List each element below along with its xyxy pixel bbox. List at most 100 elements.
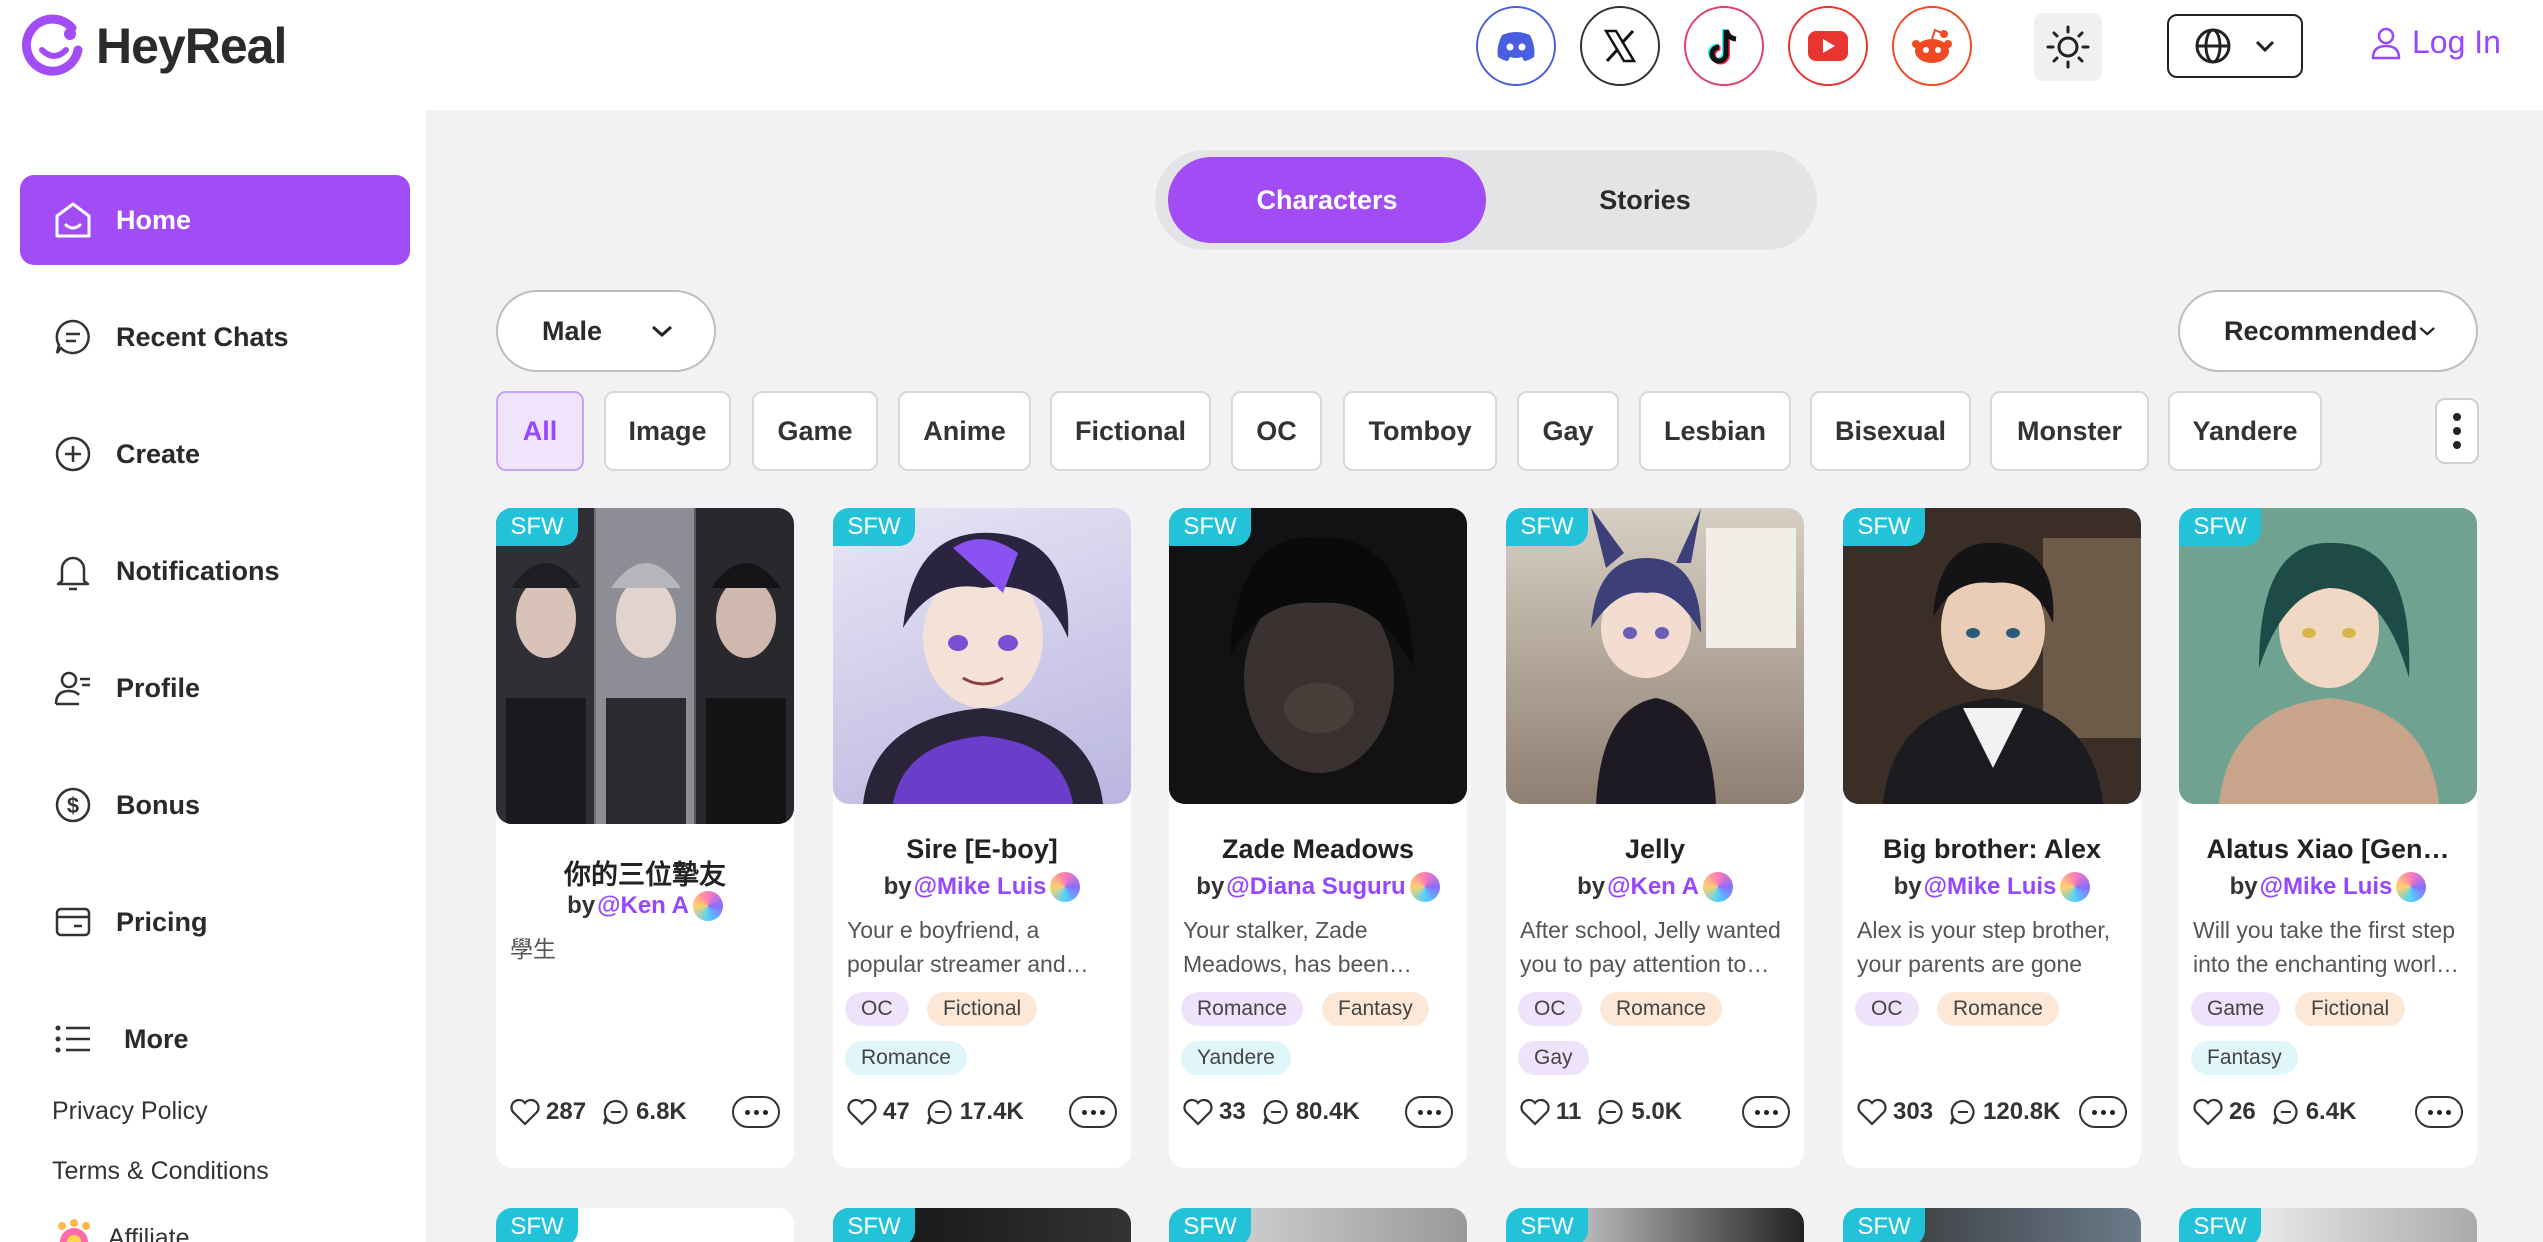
character-card[interactable]: SFW Jelly by @Ken A After school, Jelly w… <box>1506 508 1804 1168</box>
like-count: 33 <box>1219 1098 1246 1125</box>
affiliate-link[interactable]: Affiliate <box>54 1218 190 1242</box>
like-count: 47 <box>883 1098 910 1125</box>
card-icon <box>52 901 94 943</box>
tiktok-icon[interactable] <box>1684 6 1764 86</box>
category-chip-tomboy[interactable]: Tomboy <box>1343 391 1497 471</box>
tag: Yandere <box>1181 1041 1291 1075</box>
category-chip-monster[interactable]: Monster <box>1990 391 2149 471</box>
sidebar-item-bonus[interactable]: $ Bonus <box>20 760 410 850</box>
character-card[interactable]: SFW Zade Meadows by @Diana Suguru Your st… <box>1169 508 1467 1168</box>
reddit-icon[interactable] <box>1892 6 1972 86</box>
sidebar-item-label: Notifications <box>116 555 280 586</box>
sidebar-item-more[interactable]: More <box>20 994 410 1084</box>
character-card[interactable]: SFW <box>2179 1208 2477 1242</box>
login-button[interactable]: Log In <box>2370 24 2501 61</box>
chat-count: 6.8K <box>636 1098 687 1125</box>
chat-count: 80.4K <box>1295 1098 1360 1125</box>
tab-characters[interactable]: Characters <box>1168 157 1486 243</box>
character-card[interactable]: SFW <box>496 1208 794 1242</box>
card-more-button[interactable] <box>2079 1096 2127 1128</box>
chat-count: 120.8K <box>1983 1098 2061 1125</box>
category-chip-fictional[interactable]: Fictional <box>1050 391 1211 471</box>
gender-filter-dropdown[interactable]: Male <box>496 290 716 372</box>
user-icon <box>52 667 94 709</box>
card-more-button[interactable] <box>2415 1096 2463 1128</box>
theme-toggle[interactable] <box>2034 13 2102 81</box>
category-chip-yandere[interactable]: Yandere <box>2168 391 2322 471</box>
chevron-down-icon <box>2255 40 2275 53</box>
sidebar-item-notifications[interactable]: Notifications <box>20 526 410 616</box>
character-card[interactable]: SFW <box>833 1208 1131 1242</box>
category-chip-bisexual[interactable]: Bisexual <box>1810 391 1971 471</box>
sidebar-item-label: Create <box>116 438 201 469</box>
category-chip-oc[interactable]: OC <box>1231 391 1322 471</box>
card-more-button[interactable] <box>732 1096 780 1128</box>
sidebar-item-label: Profile <box>116 672 201 703</box>
logo-icon <box>21 14 86 78</box>
privacy-policy-link[interactable]: Privacy Policy <box>52 1097 208 1126</box>
character-author[interactable]: by @Mike Luis <box>1843 872 2141 902</box>
character-card[interactable]: SFW Sire [E-boy] by @Mike Luis Your e boy… <box>833 508 1131 1168</box>
character-author[interactable]: by @Diana Suguru <box>1169 872 1467 902</box>
card-stats: 287 6.8K <box>510 1098 687 1126</box>
sidebar-item-profile[interactable]: Profile <box>20 643 410 733</box>
character-author[interactable]: by @Ken A <box>496 891 794 921</box>
chat-count: 17.4K <box>959 1098 1024 1125</box>
category-chip-game[interactable]: Game <box>752 391 878 471</box>
discord-icon[interactable] <box>1476 6 1556 86</box>
more-categories-button[interactable] <box>2435 398 2479 464</box>
category-chip-all[interactable]: All <box>496 391 584 471</box>
tag: Romance <box>1600 992 1722 1026</box>
category-chip-anime[interactable]: Anime <box>898 391 1031 471</box>
character-card[interactable]: SFW <box>1506 1208 1804 1242</box>
character-name: Big brother: Alex <box>1882 834 2102 864</box>
sfw-badge: SFW <box>833 1208 915 1242</box>
character-author[interactable]: by @Ken A <box>1506 872 1804 902</box>
character-card[interactable]: SFW Alatus Xiao [Gen… by @Mike Luis Will … <box>2179 508 2477 1168</box>
sort-dropdown[interactable]: Recommended <box>2178 290 2478 372</box>
logo[interactable]: HeyReal <box>21 14 287 78</box>
sidebar-item-create[interactable]: Create <box>20 409 410 499</box>
tag: Gay <box>1518 1041 1589 1075</box>
user-icon <box>2371 27 2401 59</box>
character-author[interactable]: by @Mike Luis <box>833 872 1131 902</box>
language-selector[interactable] <box>2167 14 2303 78</box>
creator-badge-icon <box>1409 872 1440 902</box>
sfw-badge: SFW <box>1169 1208 1251 1242</box>
category-chip-lesbian[interactable]: Lesbian <box>1639 391 1791 471</box>
card-more-button[interactable] <box>1069 1096 1117 1128</box>
character-card[interactable]: SFW <box>1843 1208 2141 1242</box>
content-tabs: Characters Stories <box>1155 150 1817 250</box>
category-chip-gay[interactable]: Gay <box>1517 391 1619 471</box>
tag: Game <box>2191 992 2281 1026</box>
character-name: Zade Meadows <box>1221 834 1415 864</box>
card-stats: 11 5.0K <box>1520 1098 1682 1126</box>
category-chip-image[interactable]: Image <box>604 391 731 471</box>
character-card[interactable]: SFW 你的三位摯友 by @Ken A 學生 287 6.8K <box>496 508 794 1168</box>
heart-icon <box>1857 1098 1887 1126</box>
sidebar-item-label: Pricing <box>116 906 208 937</box>
character-name: 你的三位摯友 <box>564 860 726 890</box>
sidebar-item-pricing[interactable]: Pricing <box>20 877 410 967</box>
youtube-icon[interactable] <box>1788 6 1868 86</box>
chat-icon <box>52 316 94 358</box>
character-card[interactable]: SFW <box>1169 1208 1467 1242</box>
x-icon[interactable] <box>1580 6 1660 86</box>
chat-bubble-icon <box>1949 1099 1975 1125</box>
sfw-badge: SFW <box>1506 1208 1588 1242</box>
character-description: Your stalker, Zade Meadows, has been… <box>1183 917 1412 977</box>
terms-link[interactable]: Terms & Conditions <box>52 1157 269 1186</box>
sort-value: Recommended <box>2224 315 2418 346</box>
tag: Romance <box>845 1041 967 1075</box>
tab-stories[interactable]: Stories <box>1486 157 1804 243</box>
character-card[interactable]: SFW Big brother: Alex by @Mike Luis Alex … <box>1843 508 2141 1168</box>
tag: OC <box>1855 992 1919 1026</box>
tag: Fictional <box>2295 992 2406 1026</box>
sidebar-item-home[interactable]: Home <box>20 175 410 265</box>
tag: Fictional <box>927 992 1038 1026</box>
card-more-button[interactable] <box>1405 1096 1453 1128</box>
sidebar-item-recent-chats[interactable]: Recent Chats <box>20 292 410 382</box>
card-more-button[interactable] <box>1742 1096 1790 1128</box>
chat-bubble-icon <box>602 1099 628 1125</box>
character-author[interactable]: by @Mike Luis <box>2179 872 2477 902</box>
